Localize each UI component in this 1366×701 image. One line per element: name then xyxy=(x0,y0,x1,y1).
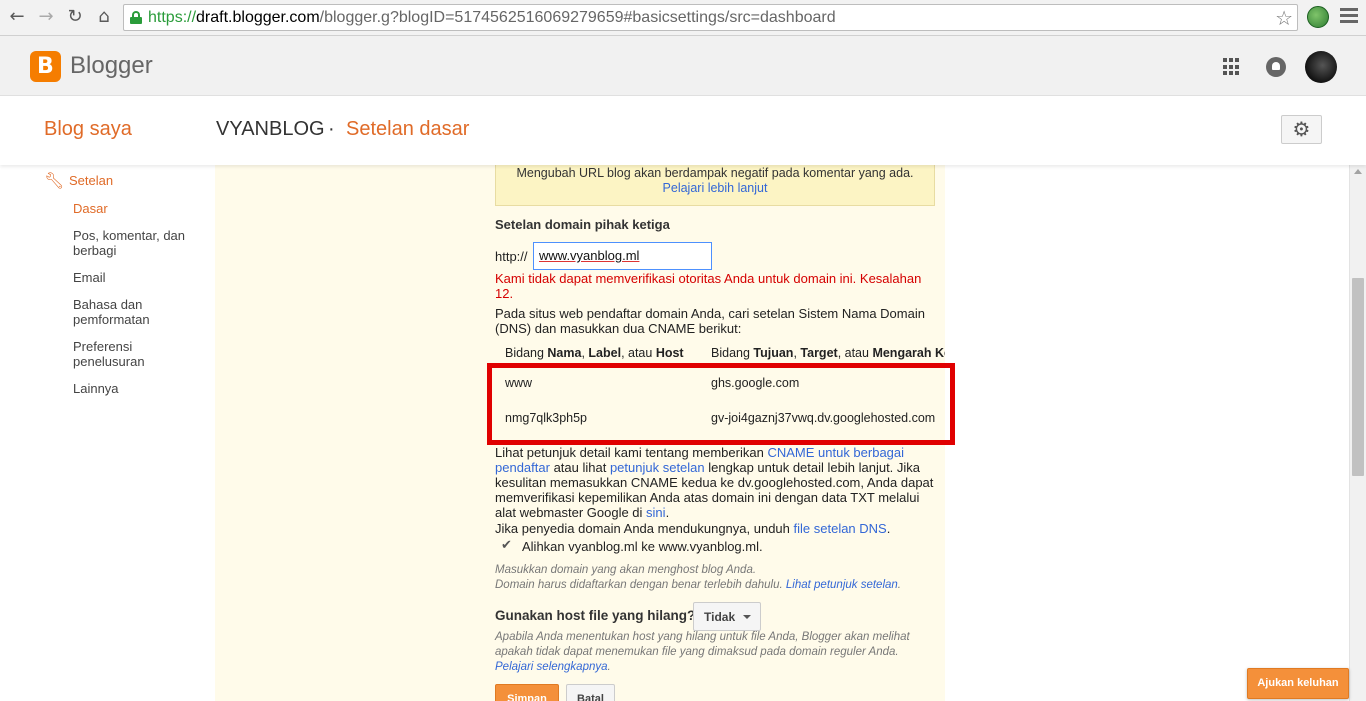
table-header-name: Bidang Nama, Label, atau Host xyxy=(505,346,684,360)
back-arrow-icon[interactable]: ← xyxy=(6,6,28,28)
blogger-logo-icon[interactable]: B xyxy=(30,51,61,82)
blogger-header: B Blogger xyxy=(0,36,1366,96)
feedback-button[interactable]: Ajukan keluhan xyxy=(1247,668,1349,699)
my-blogs-link[interactable]: Blog saya xyxy=(44,118,132,141)
warning-text: Mengubah URL blog akan berdampak negatif… xyxy=(516,166,914,180)
sidebar-item-email[interactable]: Email xyxy=(73,270,203,285)
sidebar-section-settings[interactable]: Setelan xyxy=(69,173,113,188)
chevron-down-icon xyxy=(743,615,751,619)
table-header-target: Bidang Tujuan, Target, atau Mengarah Ke xyxy=(711,346,945,360)
http-prefix-label: http:// xyxy=(495,249,528,264)
domain-input[interactable]: www.vyanblog.ml xyxy=(533,242,712,270)
browser-toolbar: ← → ↻ ⌂ https://draft.blogger.com/blogge… xyxy=(0,0,1366,36)
sidebar-item-other[interactable]: Lainnya xyxy=(73,381,203,396)
dns-instructions: Pada situs web pendaftar domain Anda, ca… xyxy=(495,306,925,336)
learn-more-link[interactable]: Pelajari lebih lanjut xyxy=(663,181,768,195)
extension-globe-icon[interactable] xyxy=(1307,6,1329,28)
browser-menu-icon[interactable] xyxy=(1340,8,1358,26)
page-title: Setelan dasar xyxy=(346,118,470,140)
reload-icon[interactable]: ↻ xyxy=(64,6,86,28)
scrollbar[interactable] xyxy=(1349,165,1366,701)
warning-box: Mengubah URL blog akan berdampak negatif… xyxy=(495,165,935,206)
sidebar-item-search-preferences[interactable]: Preferensi penelusuran xyxy=(73,339,163,369)
notifications-bell-icon[interactable] xyxy=(1266,57,1286,77)
wrench-icon: 🔧︎ xyxy=(44,171,65,190)
sidebar: 🔧︎ Setelan Dasar Pos, komentar, dan berb… xyxy=(0,165,214,701)
missing-host-select[interactable]: Tidak xyxy=(693,602,761,631)
settings-gear-icon[interactable]: ⚙ xyxy=(1281,115,1322,144)
apps-grid-icon[interactable] xyxy=(1223,58,1241,76)
learn-more-host-link[interactable]: Pelajari selengkapnya xyxy=(495,661,608,673)
cancel-button[interactable]: Batal xyxy=(566,684,615,701)
missing-host-label: Gunakan host file yang hilang? xyxy=(495,608,696,623)
highlight-frame xyxy=(487,363,955,445)
bookmark-star-icon[interactable]: ☆ xyxy=(1275,6,1293,30)
settings-panel: Mengubah URL blog akan berdampak negatif… xyxy=(215,165,955,701)
home-icon[interactable]: ⌂ xyxy=(93,6,115,28)
avatar[interactable] xyxy=(1305,51,1337,83)
url-text: https://draft.blogger.com/blogger.g?blog… xyxy=(148,9,836,26)
webmaster-here-link[interactable]: sini xyxy=(646,505,666,520)
breadcrumb-separator: · xyxy=(328,118,335,140)
setup-guide-link[interactable]: Lihat petunjuk setelan xyxy=(786,579,898,591)
app-name[interactable]: Blogger xyxy=(70,52,153,80)
sidebar-item-basic[interactable]: Dasar xyxy=(73,201,203,216)
domain-hint: Masukkan domain yang akan menghost blog … xyxy=(495,564,901,591)
dns-file-link[interactable]: file setelan DNS xyxy=(794,521,887,536)
sidebar-item-posts-comments[interactable]: Pos, komentar, dan berbagi xyxy=(73,228,198,258)
redirect-checkbox[interactable]: ✔ xyxy=(501,539,515,553)
redirect-label: Alihkan vyanblog.ml ke www.vyanblog.ml. xyxy=(522,539,763,554)
forward-arrow-icon[interactable]: → xyxy=(35,6,57,28)
lock-icon xyxy=(130,11,142,24)
sub-header: Blog saya VYANBLOG · Setelan dasar ⚙ xyxy=(0,96,1366,165)
scroll-up-icon[interactable] xyxy=(1354,169,1362,174)
setup-instructions-link[interactable]: petunjuk setelan xyxy=(610,460,705,475)
save-button[interactable]: Simpan xyxy=(495,684,559,701)
error-message: Kami tidak dapat memverifikasi otoritas … xyxy=(495,271,922,301)
scrollbar-thumb[interactable] xyxy=(1352,278,1364,476)
cname-help-text: Lihat petunjuk detail kami tentang membe… xyxy=(495,445,934,520)
third-party-domain-label: Setelan domain pihak ketiga xyxy=(495,217,670,232)
sidebar-item-language[interactable]: Bahasa dan pemformatan xyxy=(73,297,163,327)
address-bar[interactable]: https://draft.blogger.com/blogger.g?blog… xyxy=(123,4,1298,31)
missing-host-help: Apabila Anda menentukan host yang hilang… xyxy=(495,631,910,673)
dns-file-text: Jika penyedia domain Anda mendukungnya, … xyxy=(495,521,891,536)
blog-title[interactable]: VYANBLOG xyxy=(216,118,325,141)
